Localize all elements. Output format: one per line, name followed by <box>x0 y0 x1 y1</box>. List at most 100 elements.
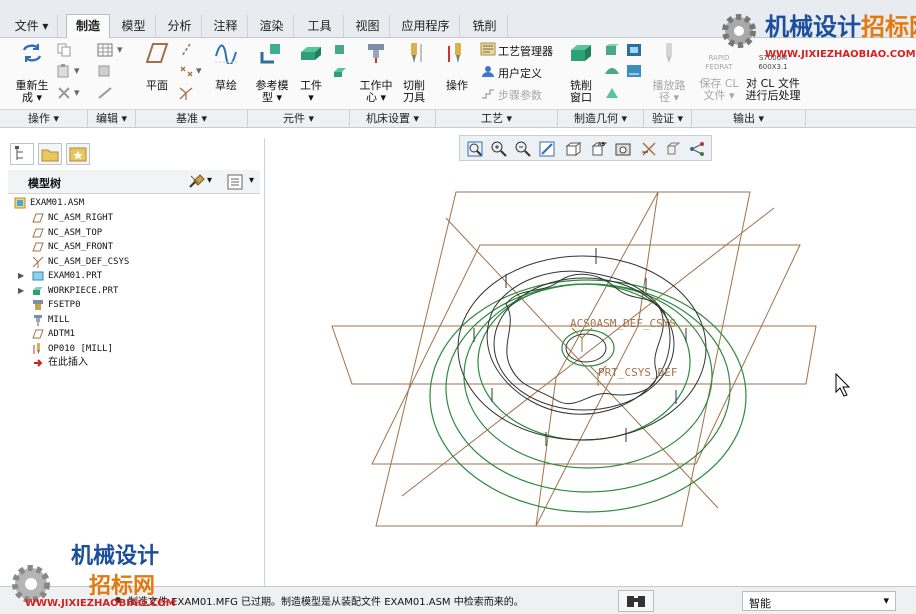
edit-grid-icon[interactable] <box>97 43 113 57</box>
datum-plane-icon <box>32 242 44 252</box>
group-operation[interactable]: 操作 ▾ <box>0 110 88 128</box>
group-validate[interactable]: 验证 ▾ <box>644 110 692 128</box>
work-center-button[interactable]: 工作中 心 ▾ <box>356 42 396 104</box>
spin-center-icon[interactable] <box>664 140 682 158</box>
paste-dropdown[interactable]: ▾ <box>74 64 80 77</box>
tree-columns-icon[interactable] <box>226 173 244 191</box>
mill-window-button[interactable]: 铣削 窗口 <box>566 42 596 104</box>
datum-display-icon[interactable] <box>640 140 658 158</box>
tab-applications[interactable]: 应用程序 <box>392 15 460 37</box>
filter-select[interactable]: 智能 ▾ <box>742 591 896 611</box>
process-manager-icon[interactable] <box>480 42 496 56</box>
mill-surface-icon[interactable] <box>604 64 620 78</box>
create-component-icon[interactable] <box>332 64 348 78</box>
tree-columns-dropdown[interactable]: ▾ <box>249 175 254 186</box>
sketch-button[interactable]: 草绘 <box>208 42 244 92</box>
display-style-icon[interactable] <box>564 140 582 158</box>
drill-group-icon[interactable] <box>604 86 620 100</box>
datum-plane-top <box>375 191 751 527</box>
tab-manufacturing[interactable]: 制造 <box>66 14 110 39</box>
process-manager-label[interactable]: 工艺管理器 <box>498 43 553 59</box>
tree-settings-dropdown[interactable]: ▾ <box>207 175 212 186</box>
operation-label: 操作 <box>446 79 468 92</box>
cutting-tool-icon <box>411 43 422 63</box>
reference-model-label-2: 型 <box>261 91 273 104</box>
graphics-viewport[interactable]: ACS0ASM_DEF_CSYS PRT_CSYS_DEF <box>266 128 916 586</box>
datum-point-dropdown[interactable]: ▾ <box>196 64 202 77</box>
tab-label: 渲染 <box>259 19 284 33</box>
assembly-icon <box>14 197 26 209</box>
tab-annotate[interactable]: 注释 <box>204 15 248 37</box>
tab-tools[interactable]: 工具 <box>296 15 344 37</box>
tab-file[interactable]: 文件 ▾ <box>6 15 58 37</box>
tab-view[interactable]: 视图 <box>346 15 390 37</box>
cutting-tool-button[interactable]: 切削 刀具 <box>398 42 430 104</box>
model-tree-icon <box>15 146 23 160</box>
step-parameters-label[interactable]: 步骤参数 <box>498 87 542 103</box>
tree-item-label: FSETP0 <box>48 300 81 310</box>
tab-model[interactable]: 模型 <box>112 15 156 37</box>
regenerate-label-2: 成 <box>21 91 33 104</box>
datum-csys-icon[interactable] <box>178 86 194 100</box>
zoom-in-icon[interactable] <box>490 140 508 158</box>
watermark-title: 机械设计招标网 <box>765 7 916 42</box>
model-tree-header: 模型树 ▾ ▾ <box>8 170 260 194</box>
watermark-bottom-title-2: 招标网 <box>89 574 156 599</box>
group-process[interactable]: 工艺 ▾ <box>436 110 558 128</box>
stock-boundary-icon[interactable] <box>626 64 642 78</box>
workpiece-icon <box>301 47 321 60</box>
edit-grid-dropdown[interactable]: ▾ <box>117 43 123 56</box>
tab-analysis[interactable]: 分析 <box>158 15 202 37</box>
tab-milling[interactable]: 铣削 <box>462 15 508 37</box>
mouse-cursor-icon <box>835 372 851 397</box>
turn-profile-icon[interactable] <box>626 43 642 57</box>
watermark-top: 机械设计招标网 WWW.JIXIEZHAOBIAO.COM <box>713 5 916 67</box>
measure-icon[interactable] <box>97 86 113 100</box>
user-defined-label[interactable]: 用户定义 <box>498 65 542 81</box>
group-output[interactable]: 输出 ▾ <box>692 110 806 128</box>
svg-text:AB: AB <box>598 142 605 148</box>
workpiece-button[interactable]: 工件 ▾ <box>294 42 328 104</box>
tree-item-label: WORKPIECE.PRT <box>48 286 119 296</box>
pattern-icon[interactable] <box>97 64 113 78</box>
tree-settings-icon[interactable] <box>188 173 206 191</box>
tab-render[interactable]: 渲染 <box>250 15 294 37</box>
play-path-button[interactable]: 播放路 径 ▾ <box>650 42 688 104</box>
step-parameters-icon[interactable] <box>480 86 496 100</box>
reference-model-button[interactable]: 参考模 型 ▾ <box>252 42 292 104</box>
repaint-icon[interactable] <box>538 140 556 158</box>
user-defined-icon[interactable] <box>480 64 496 78</box>
tab-model-tree[interactable] <box>10 143 34 165</box>
datum-plane-icon <box>32 228 44 238</box>
zoom-out-icon[interactable] <box>514 140 532 158</box>
datum-axis-icon[interactable] <box>178 43 194 57</box>
plane-button[interactable]: 平面 <box>140 42 174 92</box>
tree-item-label: 在此插入 <box>48 357 88 368</box>
tab-folder-browser[interactable] <box>38 143 62 165</box>
expand-arrow-icon[interactable]: ▶ <box>18 284 24 298</box>
delete-dropdown[interactable]: ▾ <box>74 86 80 99</box>
copy-icon[interactable] <box>56 43 72 57</box>
saved-views-icon[interactable]: AB <box>590 140 608 158</box>
group-machine-setup[interactable]: 机床设置 ▾ <box>350 110 436 128</box>
tab-favorites[interactable] <box>66 143 90 165</box>
expand-arrow-icon[interactable]: ▶ <box>18 269 24 283</box>
refit-icon[interactable] <box>466 140 484 158</box>
group-datum[interactable]: 基准 ▾ <box>136 110 248 128</box>
tab-label: 铣削 <box>472 19 497 33</box>
delete-icon[interactable] <box>56 86 72 100</box>
group-components[interactable]: 元件 ▾ <box>248 110 350 128</box>
datum-point-icon[interactable] <box>178 64 194 78</box>
operation-button[interactable]: 操作 <box>442 42 472 92</box>
group-mfg-geometry[interactable]: 制造几何 ▾ <box>558 110 644 128</box>
annotation-display-icon[interactable] <box>688 140 706 158</box>
group-edit[interactable]: 编辑 ▾ <box>88 110 136 128</box>
datum-plane-icon <box>145 43 169 63</box>
assemble-icon[interactable] <box>332 43 348 57</box>
tree-item-label: NC_ASM_FRONT <box>48 242 114 252</box>
view-manager-icon[interactable] <box>614 140 632 158</box>
regenerate-button[interactable]: 重新生 成 ▾ <box>12 42 52 104</box>
mill-volume-icon[interactable] <box>604 43 620 57</box>
paste-icon[interactable] <box>56 64 72 78</box>
selection-filter-button[interactable] <box>618 590 654 612</box>
